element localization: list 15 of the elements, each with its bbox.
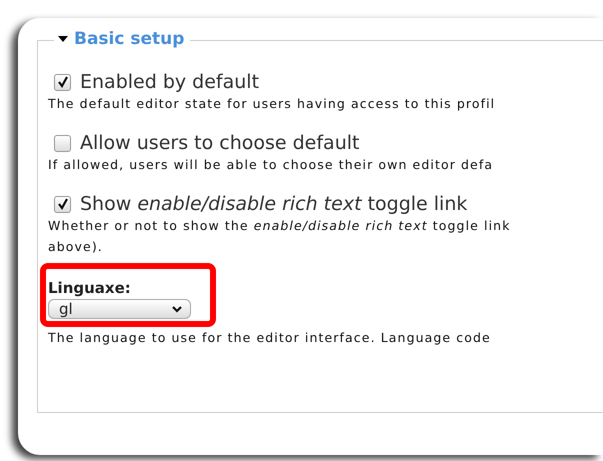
- field-description: The default editor state for users having access to this profil: [48, 95, 496, 113]
- field-description: Whether or not to show the enable/disable rich text toggle link: [48, 217, 512, 235]
- field-description: The language to use for the editor interface. Language code: [48, 329, 492, 347]
- field-description: If allowed, users will be able to choose their own editor defa: [48, 156, 494, 174]
- caret-icon: [172, 306, 182, 312]
- checkbox[interactable]: [54, 196, 71, 212]
- checkbox-label[interactable]: Enabled by default: [80, 71, 260, 93]
- field-label: Linguaxe:: [48, 279, 132, 297]
- field-description: above).: [48, 238, 104, 256]
- checkbox[interactable]: [54, 74, 71, 90]
- checkbox-label[interactable]: Show enable/disable rich text toggle link: [80, 193, 468, 215]
- checkbox-label[interactable]: Allow users to choose default: [80, 132, 360, 154]
- checkbox[interactable]: [54, 134, 71, 152]
- language-dropdown[interactable]: gl: [48, 299, 191, 319]
- collapse-triangle-icon[interactable]: [58, 36, 68, 42]
